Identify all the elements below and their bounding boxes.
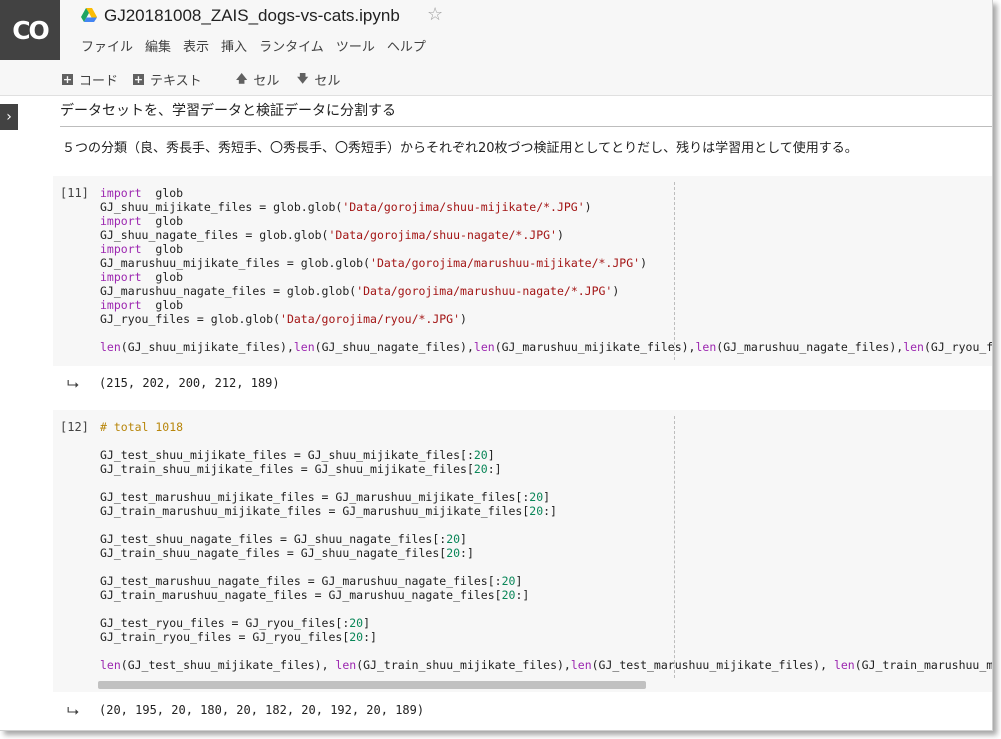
menu-file[interactable]: ファイル	[81, 36, 133, 55]
star-icon[interactable]: ☆	[427, 4, 443, 25]
code-editor[interactable]: import glob GJ_shuu_mijikate_files = glob…	[100, 186, 993, 354]
menu-runtime[interactable]: ランタイム	[259, 36, 324, 55]
code-line: GJ_test_shuu_mijikate_files = GJ_shuu_mi…	[100, 448, 495, 462]
code-line: GJ_train_ryou_files = GJ_ryou_files[20:]	[100, 630, 377, 644]
code-cell-12[interactable]: [12] # total 1018 GJ_test_shuu_mijikate_f…	[53, 410, 993, 692]
side-panel-toggle[interactable]: ›	[0, 104, 18, 130]
execution-count: [12]	[60, 420, 89, 434]
code-cell-11[interactable]: [11] import glob GJ_shuu_mijikate_files =…	[53, 176, 993, 366]
output-arrow-icon[interactable]: ⮡	[67, 702, 79, 720]
code-line: len(GJ_shuu_mijikate_files),len(GJ_shuu_…	[100, 340, 993, 354]
notebook-title[interactable]: GJ20181008_ZAIS_dogs-vs-cats.ipynb	[104, 6, 400, 26]
add-code-button[interactable]: + コード	[62, 70, 118, 89]
move-cell-down-button[interactable]: 🡇 セル	[297, 70, 340, 89]
code-line: GJ_test_marushuu_mijikate_files = GJ_mar…	[100, 490, 551, 504]
code-line: len(GJ_test_shuu_mijikate_files), len(GJ…	[100, 658, 993, 672]
colab-logo[interactable]: CO	[0, 0, 60, 60]
text-cell-description[interactable]: ５つの分類（良、秀長手、秀短手、〇秀長手、〇秀短手）からそれぞれ20枚づつ検証用…	[62, 137, 858, 156]
code-line: GJ_marushuu_mijikate_files = glob.glob('…	[100, 256, 647, 270]
output-text: (215, 202, 200, 212, 189)	[99, 376, 280, 390]
code-line: GJ_test_ryou_files = GJ_ryou_files[:20]	[100, 616, 371, 630]
output-arrow-icon[interactable]: ⮡	[67, 375, 79, 393]
plus-icon: +	[62, 73, 73, 86]
code-line: import glob	[100, 270, 184, 284]
add-code-label: コード	[79, 74, 119, 89]
arrow-up-icon: 🡅	[236, 72, 248, 85]
text-cell-heading[interactable]: データセットを、学習データと検証データに分割する	[60, 100, 396, 120]
execution-count: [11]	[60, 186, 89, 200]
move-cell-up-button[interactable]: 🡅 セル	[236, 70, 279, 89]
code-line: import glob	[100, 242, 184, 256]
arrow-down-icon: 🡇	[297, 72, 309, 85]
output-cell-12: ⮡ (20, 195, 20, 180, 20, 182, 20, 192, 2…	[53, 698, 992, 728]
code-line: GJ_shuu_mijikate_files = glob.glob('Data…	[100, 200, 592, 214]
plus-icon: +	[133, 73, 144, 86]
menu-bar: ファイル 編集 表示 挿入 ランタイム ツール ヘルプ	[81, 36, 426, 55]
code-line: GJ_train_marushuu_nagate_files = GJ_maru…	[100, 588, 530, 602]
divider	[60, 126, 992, 127]
colab-window: CO GJ20181008_ZAIS_dogs-vs-cats.ipynb ☆ …	[0, 0, 993, 731]
output-text: (20, 195, 20, 180, 20, 182, 20, 192, 20,…	[99, 703, 425, 717]
code-line: # total 1018	[100, 420, 184, 434]
code-line: GJ_shuu_nagate_files = glob.glob('Data/g…	[100, 228, 564, 242]
code-line: GJ_test_marushuu_nagate_files = GJ_marus…	[100, 574, 523, 588]
toolbar: + コード + テキスト 🡅 セル 🡇 セル	[0, 60, 992, 96]
code-line: GJ_train_marushuu_mijikate_files = GJ_ma…	[100, 504, 557, 518]
add-text-label: テキスト	[150, 74, 202, 89]
output-cell-11: ⮡ (215, 202, 200, 212, 189)	[53, 370, 992, 400]
menu-help[interactable]: ヘルプ	[387, 36, 426, 55]
code-line: GJ_ryou_files = glob.glob('Data/gorojima…	[100, 312, 467, 326]
code-line: import glob	[100, 186, 184, 200]
chevron-right-icon: ›	[6, 109, 12, 125]
menu-insert[interactable]: 挿入	[221, 36, 247, 55]
move-cell-down-label: セル	[314, 74, 341, 89]
code-line: GJ_train_shuu_nagate_files = GJ_shuu_nag…	[100, 546, 474, 560]
code-line: import glob	[100, 214, 184, 228]
code-line: GJ_marushuu_nagate_files = glob.glob('Da…	[100, 284, 620, 298]
menu-view[interactable]: 表示	[183, 36, 209, 55]
header: CO GJ20181008_ZAIS_dogs-vs-cats.ipynb ☆ …	[0, 0, 992, 60]
google-drive-icon	[81, 8, 97, 22]
horizontal-scrollbar[interactable]	[98, 681, 646, 689]
code-line: import glob	[100, 298, 184, 312]
add-text-button[interactable]: + テキスト	[133, 70, 202, 89]
code-line: GJ_train_shuu_mijikate_files = GJ_shuu_m…	[100, 462, 502, 476]
code-editor[interactable]: # total 1018 GJ_test_shuu_mijikate_files …	[100, 420, 993, 672]
code-line: GJ_test_shuu_nagate_files = GJ_shuu_naga…	[100, 532, 467, 546]
move-cell-up-label: セル	[253, 74, 280, 89]
menu-edit[interactable]: 編集	[145, 36, 171, 55]
menu-tools[interactable]: ツール	[336, 36, 375, 55]
